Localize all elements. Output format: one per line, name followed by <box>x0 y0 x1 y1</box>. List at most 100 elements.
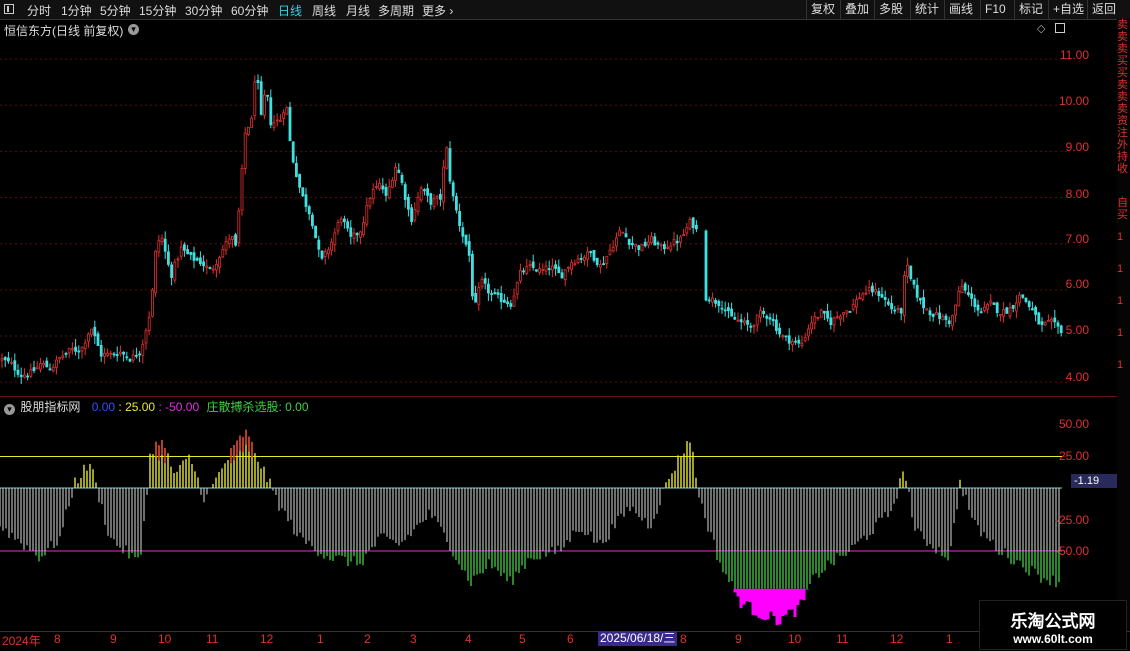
down-candle <box>880 294 884 298</box>
chevron-down-icon[interactable]: ▾ <box>128 24 139 35</box>
up-candle <box>858 297 861 300</box>
up-candle <box>986 304 989 310</box>
indicator-value-25: : 25.00 <box>118 400 156 414</box>
mark-button[interactable]: 标记 <box>1014 0 1047 19</box>
period-tab-1min[interactable]: 1分钟 <box>61 2 92 19</box>
period-tab-30min[interactable]: 30分钟 <box>185 2 222 19</box>
up-candle <box>218 257 222 268</box>
up-candle <box>855 299 858 308</box>
up-candle <box>352 232 356 239</box>
up-candle <box>179 246 183 257</box>
add-watchlist-button[interactable]: +自选 <box>1048 0 1088 19</box>
down-candle <box>384 186 388 196</box>
date-label: 1 <box>317 632 324 646</box>
down-candle <box>397 169 401 174</box>
up-candle <box>243 132 247 169</box>
up-candle <box>672 238 676 245</box>
up-candle <box>983 306 986 311</box>
date-label: 5 <box>519 632 526 646</box>
up-candle <box>61 355 65 358</box>
up-candle <box>599 264 602 268</box>
up-candle <box>390 179 394 188</box>
down-candle <box>531 261 535 268</box>
period-tab-daily[interactable]: 日线 <box>278 2 302 19</box>
period-tab-multi[interactable]: 多周期 <box>378 2 414 19</box>
up-candle <box>205 265 209 268</box>
up-candle <box>832 317 836 326</box>
down-candle <box>938 312 941 320</box>
down-candle <box>45 360 49 368</box>
stats-button[interactable]: 统计 <box>910 0 943 19</box>
down-candle <box>947 320 951 324</box>
f10-button[interactable]: F10 <box>980 0 1010 19</box>
up-candle <box>621 231 625 234</box>
up-candle <box>250 117 254 128</box>
up-candle <box>442 166 446 203</box>
up-candle <box>35 366 39 370</box>
period-tab-5min[interactable]: 5分钟 <box>100 2 131 19</box>
down-candle <box>1053 317 1057 323</box>
up-candle <box>214 264 218 271</box>
adjust-button[interactable]: 复权 <box>806 0 839 19</box>
up-candle <box>951 315 954 327</box>
up-candle <box>935 312 938 316</box>
up-candle <box>842 312 845 315</box>
side-char: 1 <box>1117 263 1124 275</box>
up-candle <box>519 269 522 282</box>
down-candle <box>775 319 778 331</box>
period-tab-monthly[interactable]: 月线 <box>346 2 370 19</box>
down-candle <box>739 319 743 323</box>
up-candle <box>861 293 865 300</box>
diamond-icon[interactable]: ◇ <box>1037 22 1045 35</box>
up-candle <box>394 167 398 181</box>
panel-toggle-icon[interactable] <box>4 4 14 14</box>
up-candle <box>419 187 423 201</box>
up-candle <box>781 335 785 338</box>
period-tab-fenshi[interactable]: 分时 <box>27 2 51 19</box>
up-candle <box>528 264 532 266</box>
up-candle <box>515 281 519 295</box>
down-candle <box>826 310 829 319</box>
period-tab-more[interactable]: 更多 › <box>422 2 453 19</box>
down-candle <box>663 244 666 250</box>
down-candle <box>355 232 359 236</box>
period-tab-60min[interactable]: 60分钟 <box>231 2 268 19</box>
up-candle <box>240 168 244 211</box>
multi-stock-button[interactable]: 多股 <box>874 0 907 19</box>
down-candle <box>438 193 442 200</box>
up-candle <box>176 258 180 261</box>
draw-line-button[interactable]: 画线 <box>944 0 977 19</box>
up-candle <box>679 236 682 243</box>
down-candle <box>733 316 737 320</box>
down-candle <box>163 238 167 252</box>
up-candle <box>339 218 343 223</box>
up-candle <box>278 119 282 122</box>
down-candle <box>592 250 596 261</box>
window-toggle-icon[interactable] <box>1055 23 1065 33</box>
price-tick: 4.00 <box>1065 370 1089 384</box>
down-candle <box>346 221 350 229</box>
up-candle <box>147 316 151 332</box>
down-candle <box>266 94 270 97</box>
side-char: 买 <box>1117 67 1128 79</box>
period-toolbar: 分时 1分钟 5分钟 15分钟 30分钟 60分钟 日线 周线 月线 多周期 更… <box>0 0 1130 20</box>
down-candle <box>486 283 490 294</box>
up-candle <box>791 340 794 346</box>
down-candle <box>887 301 890 305</box>
down-candle <box>115 354 119 357</box>
down-candle <box>829 317 833 326</box>
up-candle <box>1047 319 1050 322</box>
up-candle <box>368 198 372 207</box>
side-char: 持 <box>1117 151 1128 163</box>
indicator-chart[interactable] <box>0 413 1068 631</box>
indicator-name: 股朋指标网 <box>20 400 81 414</box>
date-label: 12 <box>890 632 904 646</box>
period-tab-weekly[interactable]: 周线 <box>312 2 336 19</box>
down-candle <box>589 251 593 254</box>
overlay-button[interactable]: 叠加 <box>840 0 873 19</box>
period-tab-15min[interactable]: 15分钟 <box>139 2 176 19</box>
candlestick-chart[interactable] <box>0 36 1068 396</box>
date-label: 12 <box>260 632 274 646</box>
watermark-title: 乐淘公式网 <box>1010 612 1096 632</box>
back-button[interactable]: 返回 <box>1087 0 1120 19</box>
